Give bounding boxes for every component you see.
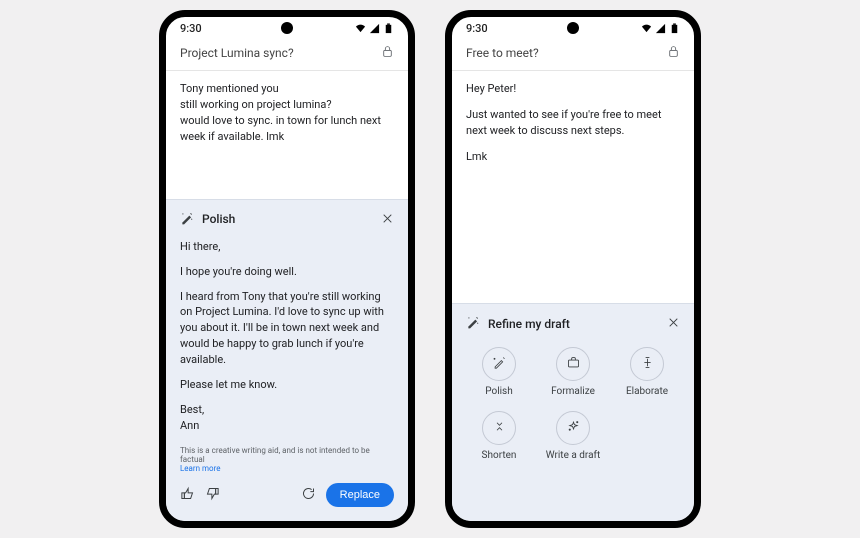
- status-bar: 9:30: [166, 17, 408, 39]
- shorten-icon: [492, 419, 507, 438]
- chip-label: Shorten: [482, 450, 517, 461]
- email-body[interactable]: Tony mentioned you still working on proj…: [166, 71, 408, 155]
- close-button[interactable]: [381, 210, 394, 229]
- chip-elaborate[interactable]: Elaborate: [614, 347, 680, 397]
- magic-pen-icon: [180, 211, 194, 228]
- polish-line: I heard from Tony that you're still work…: [180, 289, 394, 369]
- panel-header: Refine my draft: [452, 304, 694, 339]
- thumbs-down-button[interactable]: [205, 486, 220, 505]
- email-subject[interactable]: Project Lumina sync?: [180, 46, 294, 60]
- chip-polish[interactable]: Polish: [466, 347, 532, 397]
- chip-label: Polish: [485, 386, 512, 397]
- panel-title-text: Polish: [202, 212, 235, 226]
- chip-formalize[interactable]: Formalize: [540, 347, 606, 397]
- refine-panel: Refine my draft Polish Formalize: [452, 303, 694, 521]
- regenerate-button[interactable]: [301, 486, 316, 505]
- polish-line: I hope you're doing well.: [180, 264, 394, 280]
- lock-icon: [381, 43, 394, 62]
- chip-shorten[interactable]: Shorten: [466, 411, 532, 461]
- body-line: Lmk: [466, 149, 680, 165]
- body-line: would love to sync. in town for lunch ne…: [180, 113, 394, 145]
- signal-icon: [655, 23, 666, 34]
- thumbs-up-button[interactable]: [180, 486, 195, 505]
- body-line: still working on project lumina?: [180, 97, 394, 113]
- chip-label: Formalize: [551, 386, 595, 397]
- email-body[interactable]: Hey Peter! Just wanted to see if you're …: [452, 71, 694, 175]
- polish-line: Hi there,: [180, 239, 394, 255]
- phone-left: 9:30 Project Lumina sync? Tony mentioned…: [159, 10, 415, 528]
- wifi-icon: [641, 23, 652, 34]
- camera-hole: [281, 22, 293, 34]
- disclaimer-text: This is a creative writing aid, and is n…: [180, 446, 370, 464]
- polish-line: Please let me know.: [180, 377, 394, 393]
- panel-title: Polish: [180, 211, 235, 228]
- camera-hole: [567, 22, 579, 34]
- refine-options: Polish Formalize Elaborate Shorten: [452, 339, 694, 471]
- lock-icon: [667, 43, 680, 62]
- disclaimer: This is a creative writing aid, and is n…: [166, 440, 408, 475]
- learn-more-link[interactable]: Learn more: [180, 464, 220, 473]
- subject-row: Free to meet?: [452, 39, 694, 71]
- body-line: Tony mentioned you: [180, 81, 394, 97]
- phone-right: 9:30 Free to meet? Hey Peter! Just wante…: [445, 10, 701, 528]
- wand-icon: [492, 355, 507, 374]
- close-button[interactable]: [667, 314, 680, 333]
- subject-row: Project Lumina sync?: [166, 39, 408, 71]
- status-icons: [641, 23, 680, 34]
- battery-icon: [383, 23, 394, 34]
- magic-pen-icon: [466, 315, 480, 332]
- polish-line: Ann: [180, 418, 394, 434]
- status-bar: 9:30: [452, 17, 694, 39]
- polish-line: Best,: [180, 402, 394, 418]
- chip-write-draft[interactable]: Write a draft: [540, 411, 606, 461]
- elaborate-icon: [640, 355, 655, 374]
- status-icons: [355, 23, 394, 34]
- wifi-icon: [355, 23, 366, 34]
- polish-panel: Polish Hi there, I hope you're doing wel…: [166, 199, 408, 521]
- replace-button[interactable]: Replace: [326, 483, 394, 507]
- panel-title: Refine my draft: [466, 315, 570, 332]
- chip-label: Write a draft: [546, 450, 601, 461]
- signal-icon: [369, 23, 380, 34]
- status-time: 9:30: [466, 22, 488, 35]
- briefcase-icon: [566, 355, 581, 374]
- status-time: 9:30: [180, 22, 202, 35]
- action-row: Replace: [166, 475, 408, 521]
- body-line: Hey Peter!: [466, 81, 680, 97]
- chip-label: Elaborate: [626, 386, 668, 397]
- panel-title-text: Refine my draft: [488, 317, 570, 331]
- battery-icon: [669, 23, 680, 34]
- panel-header: Polish: [166, 200, 408, 235]
- sparkle-icon: [566, 419, 581, 438]
- panel-body: Hi there, I hope you're doing well. I he…: [166, 235, 408, 440]
- body-line: Just wanted to see if you're free to mee…: [466, 107, 680, 139]
- email-subject[interactable]: Free to meet?: [466, 46, 539, 60]
